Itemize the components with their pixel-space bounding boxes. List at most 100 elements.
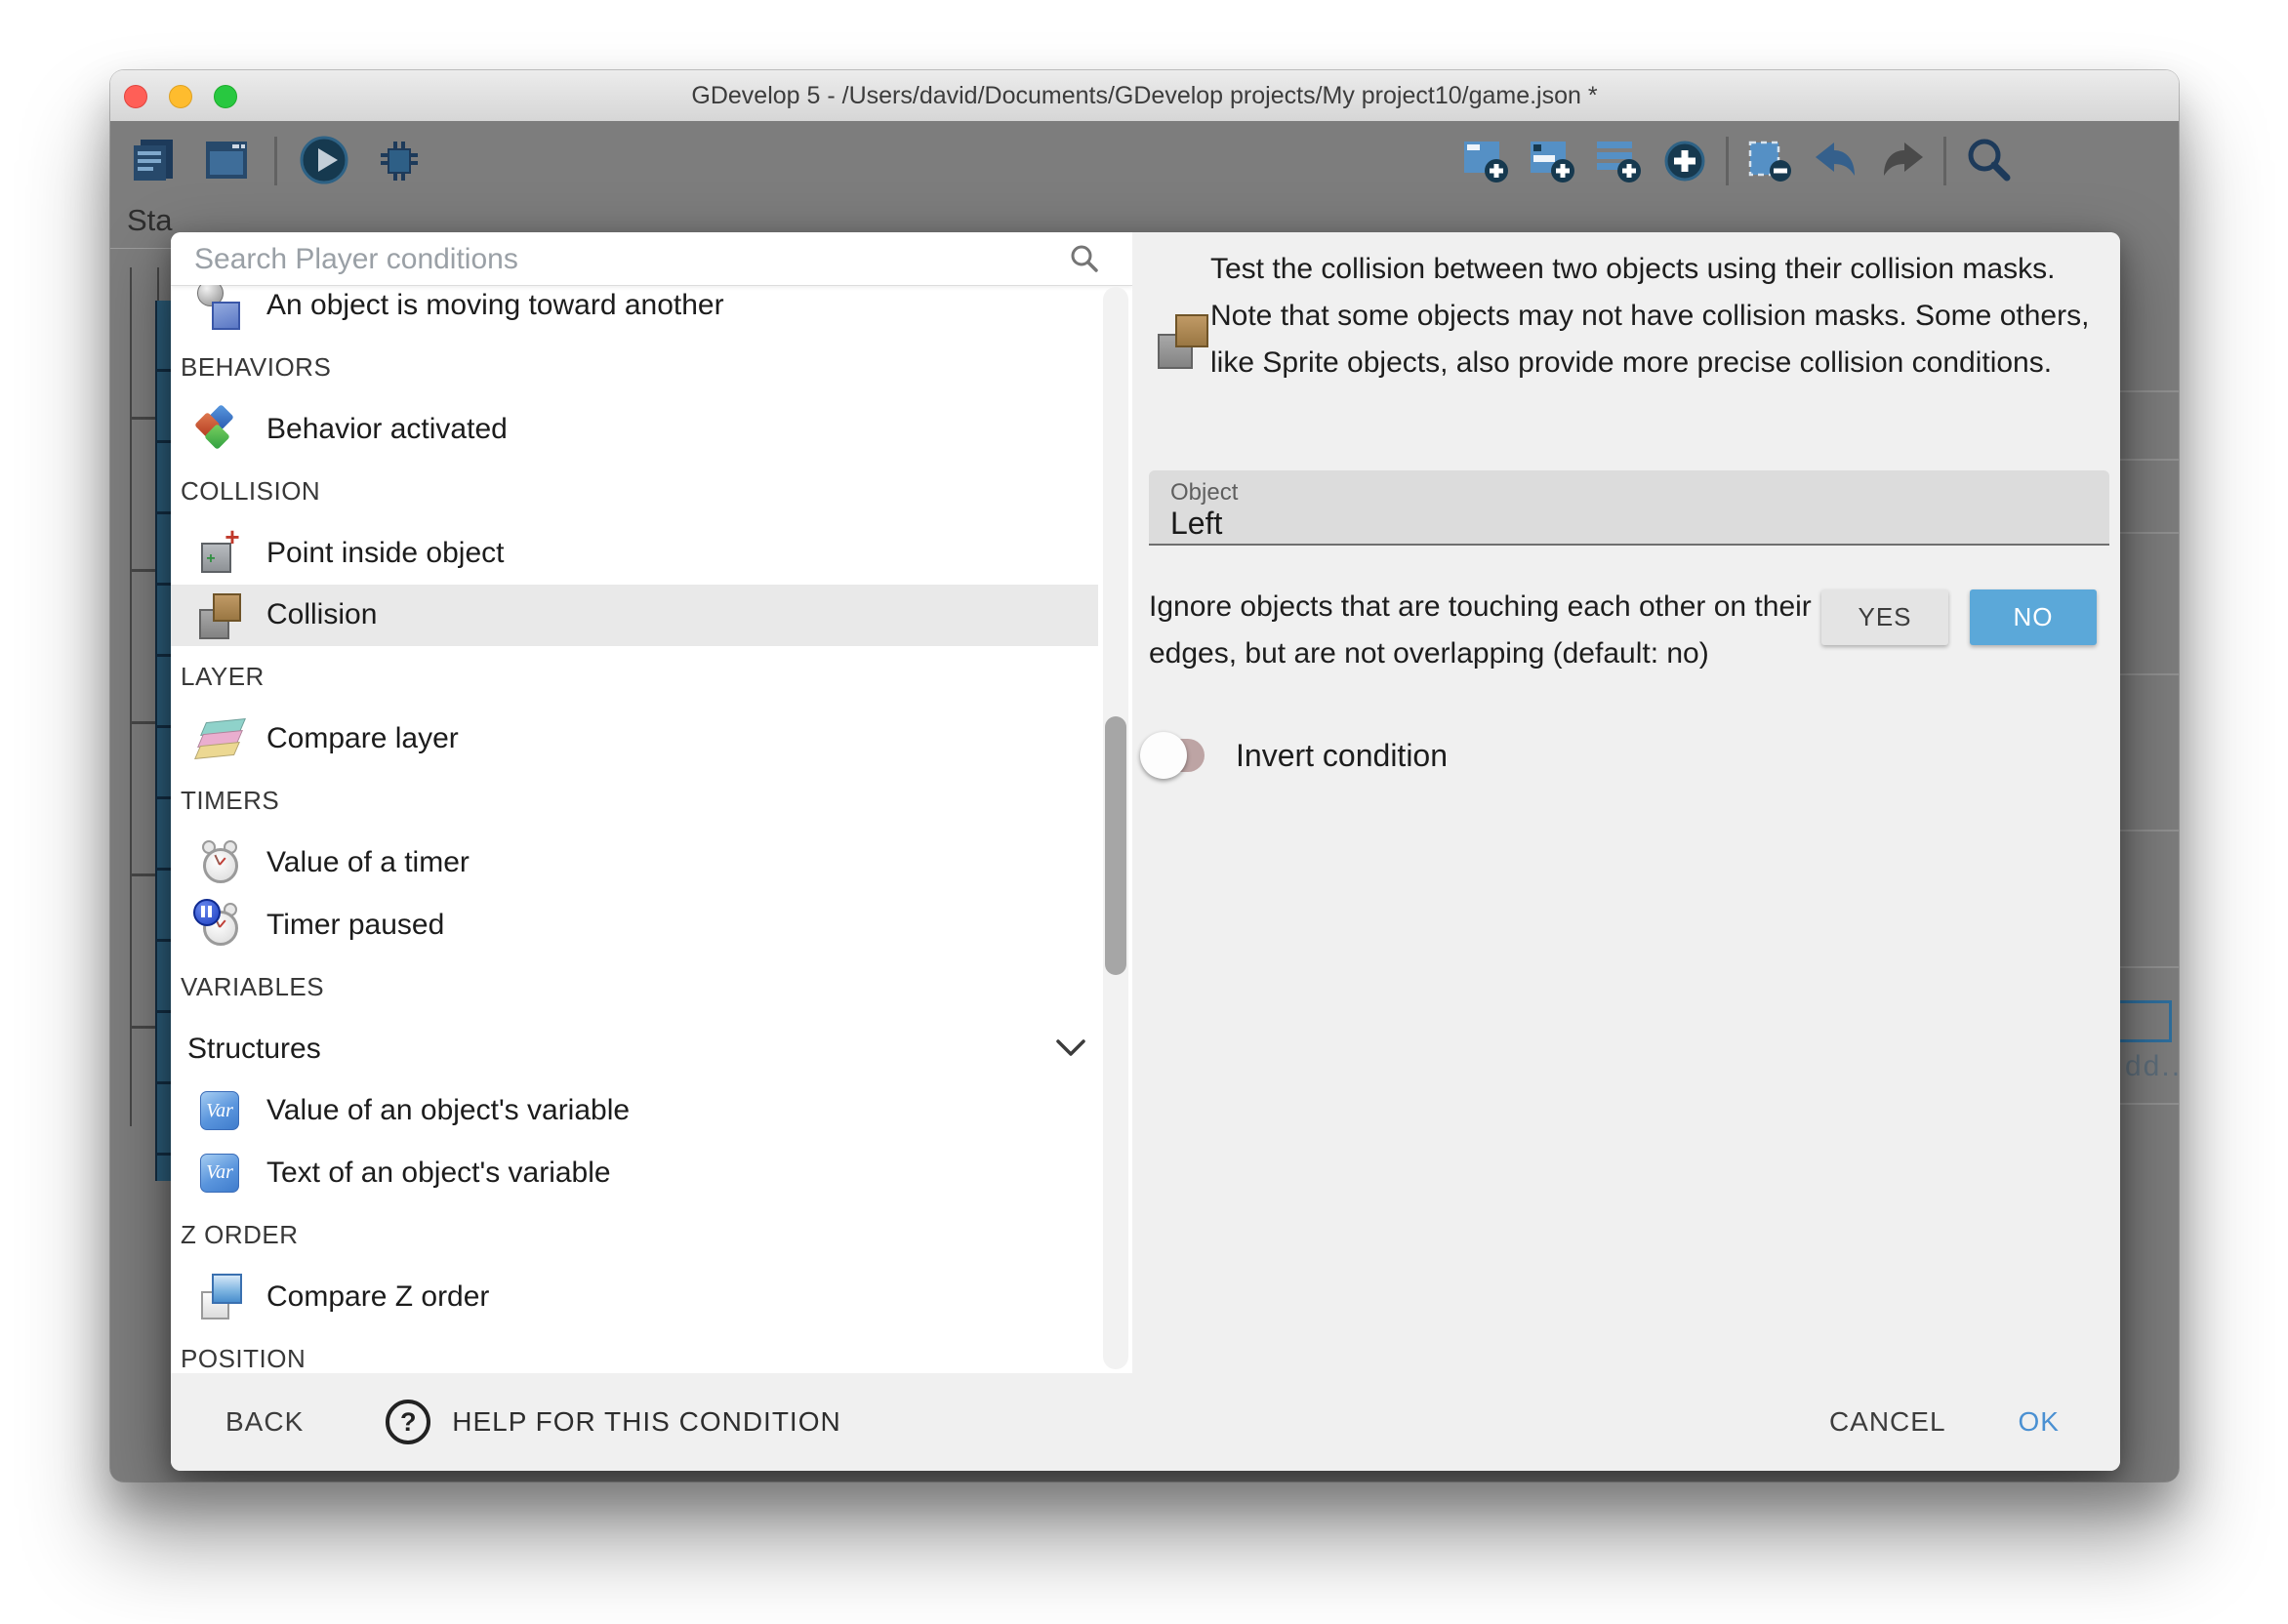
app-window: GDevelop 5 - /Users/david/Documents/GDev…: [110, 70, 2179, 1482]
help-button[interactable]: HELP FOR THIS CONDITION: [386, 1400, 840, 1444]
section-header-label: COLLISION: [181, 476, 320, 507]
add-sub-event-icon[interactable]: [1460, 136, 1511, 186]
section-header-z-order: Z ORDER: [171, 1204, 1108, 1267]
condition-item-label: Text of an object's variable: [266, 1157, 611, 1190]
section-header-label: Z ORDER: [181, 1220, 299, 1250]
titlebar: GDevelop 5 - /Users/david/Documents/GDev…: [110, 70, 2179, 122]
section-header-collision: COLLISION: [171, 461, 1108, 523]
undo-icon[interactable]: [1811, 136, 1861, 186]
search-events-icon[interactable]: [1962, 134, 2017, 188]
event-row-divider: [2120, 966, 2179, 968]
preview-play-icon[interactable]: [297, 134, 351, 188]
window-content: Sta dd...: [110, 121, 2179, 1482]
condition-item-iconbox: [190, 835, 249, 890]
object-field-value: Left: [1170, 506, 1222, 542]
add-comment-icon[interactable]: [1527, 136, 1577, 186]
condition-description: Test the collision between two objects u…: [1210, 246, 2101, 386]
condition-item-text-of-an-object-s-variable[interactable]: Var Text of an object's variable: [171, 1142, 1098, 1204]
section-header-behaviors: BEHAVIORS: [171, 337, 1108, 399]
condition-item-label: Value of a timer: [266, 846, 470, 879]
back-button[interactable]: BACK: [220, 1405, 309, 1439]
project-manager-icon[interactable]: [126, 134, 181, 188]
condition-item-iconbox: Var: [190, 1091, 249, 1130]
event-row-divider: [2120, 459, 2179, 461]
condition-item-label: Compare layer: [266, 722, 459, 755]
condition-item-collision[interactable]: Collision: [171, 585, 1098, 647]
toolbar: [126, 127, 2163, 195]
chevron-down-icon: [1054, 1037, 1087, 1059]
editors-window-icon[interactable]: [200, 134, 255, 188]
help-icon: [386, 1400, 430, 1444]
yes-button[interactable]: YES: [1821, 589, 1948, 645]
tab-underline: [110, 248, 173, 249]
object-moving-toward-icon: [192, 285, 247, 333]
condition-item-an-object-is-moving-toward-another[interactable]: An object is moving toward another: [171, 285, 1098, 337]
invert-condition-label: Invert condition: [1236, 726, 1448, 785]
condition-item-value-of-an-object-s-variable[interactable]: Var Value of an object's variable: [171, 1080, 1098, 1143]
list-scrollbar-thumb[interactable]: [1105, 716, 1126, 975]
condition-detail-panel: Test the collision between two objects u…: [1132, 232, 2120, 1373]
condition-item-label: Point inside object: [266, 537, 505, 570]
condition-item-behavior-activated[interactable]: Behavior activated: [171, 398, 1098, 461]
variable-icon: Var: [200, 1154, 239, 1193]
section-header-layer: LAYER: [171, 646, 1108, 709]
list-scrollbar-track[interactable]: [1103, 287, 1128, 1369]
add-action-link[interactable]: dd...: [2125, 1050, 2179, 1083]
invert-condition-row: Invert condition: [1132, 726, 2120, 785]
cancel-button[interactable]: CANCEL: [1823, 1405, 1952, 1439]
section-header-label: LAYER: [181, 662, 265, 692]
condition-item-iconbox: [190, 898, 249, 953]
toggle-knob[interactable]: [1140, 732, 1187, 779]
condition-item-timer-paused[interactable]: Timer paused: [171, 894, 1098, 956]
condition-item-iconbox: [190, 711, 249, 766]
event-row-divider: [2120, 532, 2179, 534]
point-inside-object-icon: [192, 526, 247, 581]
invert-condition-toggle[interactable]: [1148, 739, 1205, 772]
condition-item-label: Behavior activated: [266, 413, 508, 446]
condition-item-iconbox: Var: [190, 1154, 249, 1193]
scene-tab-label[interactable]: Sta: [127, 203, 173, 238]
redo-icon[interactable]: [1877, 136, 1928, 186]
condition-item-iconbox: [190, 1270, 249, 1324]
delete-event-icon[interactable]: [1744, 136, 1795, 186]
event-row-divider: [2120, 390, 2179, 392]
dialog-footer: BACK HELP FOR THIS CONDITION CANCEL OK: [171, 1373, 2120, 1471]
conditions-list-content: An object is moving toward another BEHAVI…: [171, 285, 1132, 1373]
behavior-icon: [192, 402, 247, 457]
group-row-structures[interactable]: Structures: [171, 1018, 1115, 1080]
condition-dialog: An object is moving toward another BEHAVI…: [171, 232, 2120, 1471]
no-button[interactable]: NO: [1970, 589, 2097, 645]
debugger-icon[interactable]: [371, 134, 426, 188]
conditions-panel: An object is moving toward another BEHAVI…: [171, 232, 1132, 1373]
collision-icon: [192, 588, 247, 642]
condition-item-compare-layer[interactable]: Compare layer: [171, 709, 1098, 771]
condition-item-value-of-a-timer[interactable]: Value of a timer: [171, 832, 1098, 895]
condition-item-compare-z-order[interactable]: Compare Z order: [171, 1266, 1098, 1328]
object-field[interactable]: Object Left: [1149, 470, 2109, 546]
compare-layer-icon: [192, 711, 247, 766]
condition-item-label: An object is moving toward another: [266, 289, 724, 322]
group-label: Structures: [187, 1033, 321, 1066]
window-title: GDevelop 5 - /Users/david/Documents/GDev…: [110, 70, 2179, 121]
search-input[interactable]: [192, 236, 1045, 283]
event-row-divider: [2120, 1103, 2179, 1105]
section-header-label: TIMERS: [181, 786, 279, 816]
timer-paused-icon: [192, 898, 247, 953]
search-bar: [171, 232, 1132, 286]
condition-item-label: Value of an object's variable: [266, 1094, 630, 1127]
ok-button[interactable]: OK: [2013, 1405, 2065, 1439]
add-new-event-icon[interactable]: [1659, 136, 1710, 186]
selected-event-outline: [2117, 1000, 2172, 1042]
object-field-label: Object: [1170, 479, 1238, 507]
condition-item-iconbox: [190, 285, 249, 333]
help-button-label: HELP FOR THIS CONDITION: [452, 1406, 840, 1438]
toolbar-left-group: [126, 134, 426, 188]
condition-item-point-inside-object[interactable]: Point inside object: [171, 522, 1098, 585]
section-header-variables: VARIABLES: [171, 956, 1108, 1019]
screenshot-stage: GDevelop 5 - /Users/david/Documents/GDev…: [0, 0, 2288, 1624]
add-standard-event-icon[interactable]: [1593, 136, 1644, 186]
toolbar-separator: [274, 137, 277, 185]
collision-icon: [1152, 308, 1206, 363]
condition-item-label: Collision: [266, 598, 377, 631]
condition-item-iconbox: [190, 402, 249, 457]
